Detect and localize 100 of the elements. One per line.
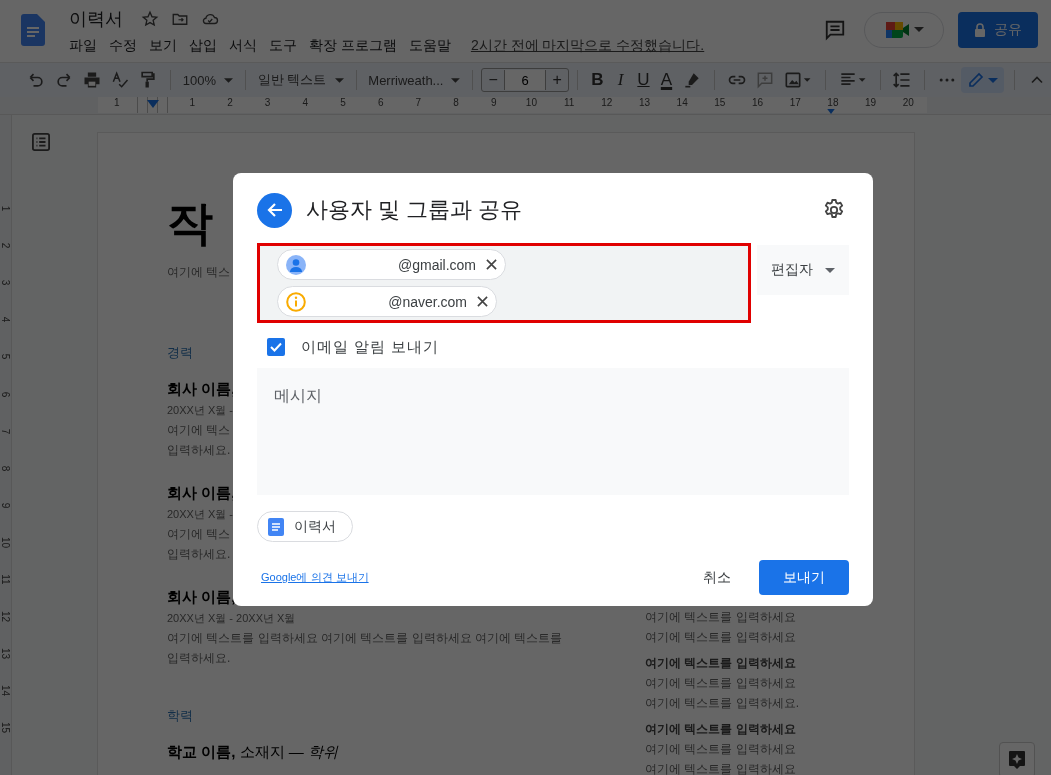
document-title[interactable]: 이력서 <box>69 7 123 31</box>
menu-item[interactable]: 도구 <box>263 37 303 55</box>
zoom-dropdown[interactable]: 100% <box>178 72 238 88</box>
menu-item[interactable]: 보기 <box>143 37 183 55</box>
message-field[interactable]: 메시지 <box>257 368 849 495</box>
format-button[interactable]: I <box>609 67 631 93</box>
format-button[interactable]: A <box>656 67 677 93</box>
document-text: 여기에 텍스트를 입력하세요 <box>645 761 796 775</box>
caret-icon <box>913 27 924 33</box>
ruler-number: 15 <box>0 722 11 734</box>
document-text: 여기에 텍스트를 입력하세요 <box>645 655 796 672</box>
send-button[interactable]: 보내기 <box>759 560 849 595</box>
menu-item[interactable]: 확장 프로그램 <box>303 37 403 55</box>
format-button[interactable]: B <box>586 67 608 93</box>
outline-icon[interactable] <box>32 133 50 151</box>
menu-item[interactable]: 파일 <box>69 37 103 55</box>
font-size-field[interactable]: 6 <box>504 70 547 90</box>
increase-size-button[interactable]: + <box>546 69 569 91</box>
document-chip-label: 이력서 <box>294 517 336 536</box>
pencil-icon <box>967 71 986 89</box>
decrease-size-button[interactable]: − <box>482 69 505 91</box>
spellcheck-icon[interactable] <box>110 70 130 90</box>
document-text: 입력하세요. <box>167 546 231 563</box>
ruler-number: 11 <box>0 574 11 585</box>
caret-icon <box>451 77 461 83</box>
document-text: 여기에 텍스트를 입력하세요 <box>645 721 796 738</box>
document-text: 20XX년 X월 - <box>167 507 234 522</box>
ruler-number: 13 <box>0 648 11 660</box>
lock-icon <box>974 23 986 37</box>
paint-format-icon[interactable] <box>138 70 158 90</box>
recipient-chip[interactable]: @naver.com <box>277 286 497 317</box>
ruler-number: 8 <box>0 465 11 471</box>
back-arrow-icon <box>265 201 284 219</box>
menu-item[interactable]: 수정 <box>103 37 143 55</box>
document-text: 여기에 텍스트를 입력하세요 여기에 텍스트를 입력하세요 여기에 텍스트를 <box>167 630 563 647</box>
indent-marker-icon[interactable] <box>825 109 837 114</box>
docs-logo-icon[interactable] <box>21 14 45 46</box>
cancel-button[interactable]: 취소 <box>687 560 747 595</box>
menu-item[interactable]: 서식 <box>223 37 263 55</box>
caret-icon <box>988 77 999 83</box>
editing-mode-button[interactable] <box>961 67 1005 93</box>
ruler-number: 3 <box>0 279 11 286</box>
back-button[interactable] <box>257 192 292 228</box>
ruler-number: 4 <box>0 317 11 323</box>
recipient-email: @gmail.com <box>398 256 476 273</box>
document-text: 경력 <box>167 344 193 362</box>
remove-icon[interactable] <box>477 296 488 307</box>
person-avatar-icon <box>286 254 306 275</box>
sparkle-icon <box>1008 750 1026 770</box>
notify-label: 이메일 알림 보내기 <box>301 337 440 357</box>
checkmark-icon <box>269 340 283 354</box>
recipients-field[interactable]: @gmail.com @naver.com <box>257 243 751 323</box>
recipient-email: @naver.com <box>388 293 467 310</box>
ruler-number: 5 <box>0 354 11 360</box>
document-text: 여기에 텍스 <box>167 422 231 439</box>
last-edit-link[interactable]: 2시간 전에 마지막으로 수정했습니다. <box>470 37 705 55</box>
document-text: 여기에 텍스트를 입력하세요 <box>645 629 796 646</box>
caret-icon <box>224 77 234 83</box>
menu-item[interactable]: 삽입 <box>183 37 223 55</box>
share-button[interactable]: 공유 <box>958 12 1038 48</box>
comment-icon[interactable] <box>824 19 846 41</box>
explore-button[interactable] <box>999 742 1035 775</box>
document-text: 입력하세요. <box>167 442 231 459</box>
ruler-number: 2 <box>0 242 11 249</box>
feedback-link[interactable]: Google에 의견 보내기 <box>261 570 369 585</box>
meet-button[interactable] <box>864 12 944 48</box>
caret-icon <box>334 77 344 83</box>
ruler-number: 12 <box>0 611 11 623</box>
menu-item[interactable]: 도움말 <box>402 37 457 55</box>
document-text: 학교 이름, 소재지 — 학위 <box>167 742 338 762</box>
document-text: 여기에 텍스트를 입력하세요. <box>645 695 799 712</box>
ruler-number: 1 <box>0 205 11 212</box>
print-icon[interactable] <box>82 70 102 90</box>
document-text: 회사 이름, <box>167 379 236 399</box>
ruler-number: 7 <box>0 428 11 434</box>
line-spacing-icon[interactable] <box>892 70 913 90</box>
style-dropdown[interactable]: 일반 텍스트 <box>253 71 348 89</box>
recipient-chip[interactable]: @gmail.com <box>277 249 506 280</box>
document-text: 20XX년 X월 - <box>167 403 234 418</box>
role-dropdown[interactable]: 편집자 <box>757 245 849 295</box>
ruler-number: 14 <box>0 685 11 697</box>
document-text: 여기에 텍스트를 입력하세요 <box>645 741 796 758</box>
ruler-number: 10 <box>0 536 11 548</box>
video-camera-icon <box>884 20 911 40</box>
notify-checkbox[interactable] <box>267 338 285 356</box>
ruler-number: 6 <box>0 391 11 397</box>
document-text: 회사 이름, <box>167 483 236 503</box>
document-text: 20XX년 X월 - 20XX년 X월 <box>167 611 296 626</box>
caret-icon <box>825 267 835 273</box>
document-text: 입력하세요. <box>167 650 231 667</box>
document-text: 여기에 텍스 <box>167 264 231 281</box>
document-text: 학력 <box>167 707 193 725</box>
font-dropdown[interactable]: Merriweath... <box>364 72 465 88</box>
document-text: 작 <box>167 196 213 251</box>
remove-icon[interactable] <box>486 259 497 270</box>
document-text: 여기에 텍스트를 입력하세요 <box>645 609 796 626</box>
format-button[interactable]: U <box>632 67 654 93</box>
indent-marker-icon[interactable] <box>147 100 159 108</box>
dialog-title: 사용자 및 그룹과 공유 <box>306 196 523 224</box>
star-icon[interactable] <box>141 10 159 28</box>
